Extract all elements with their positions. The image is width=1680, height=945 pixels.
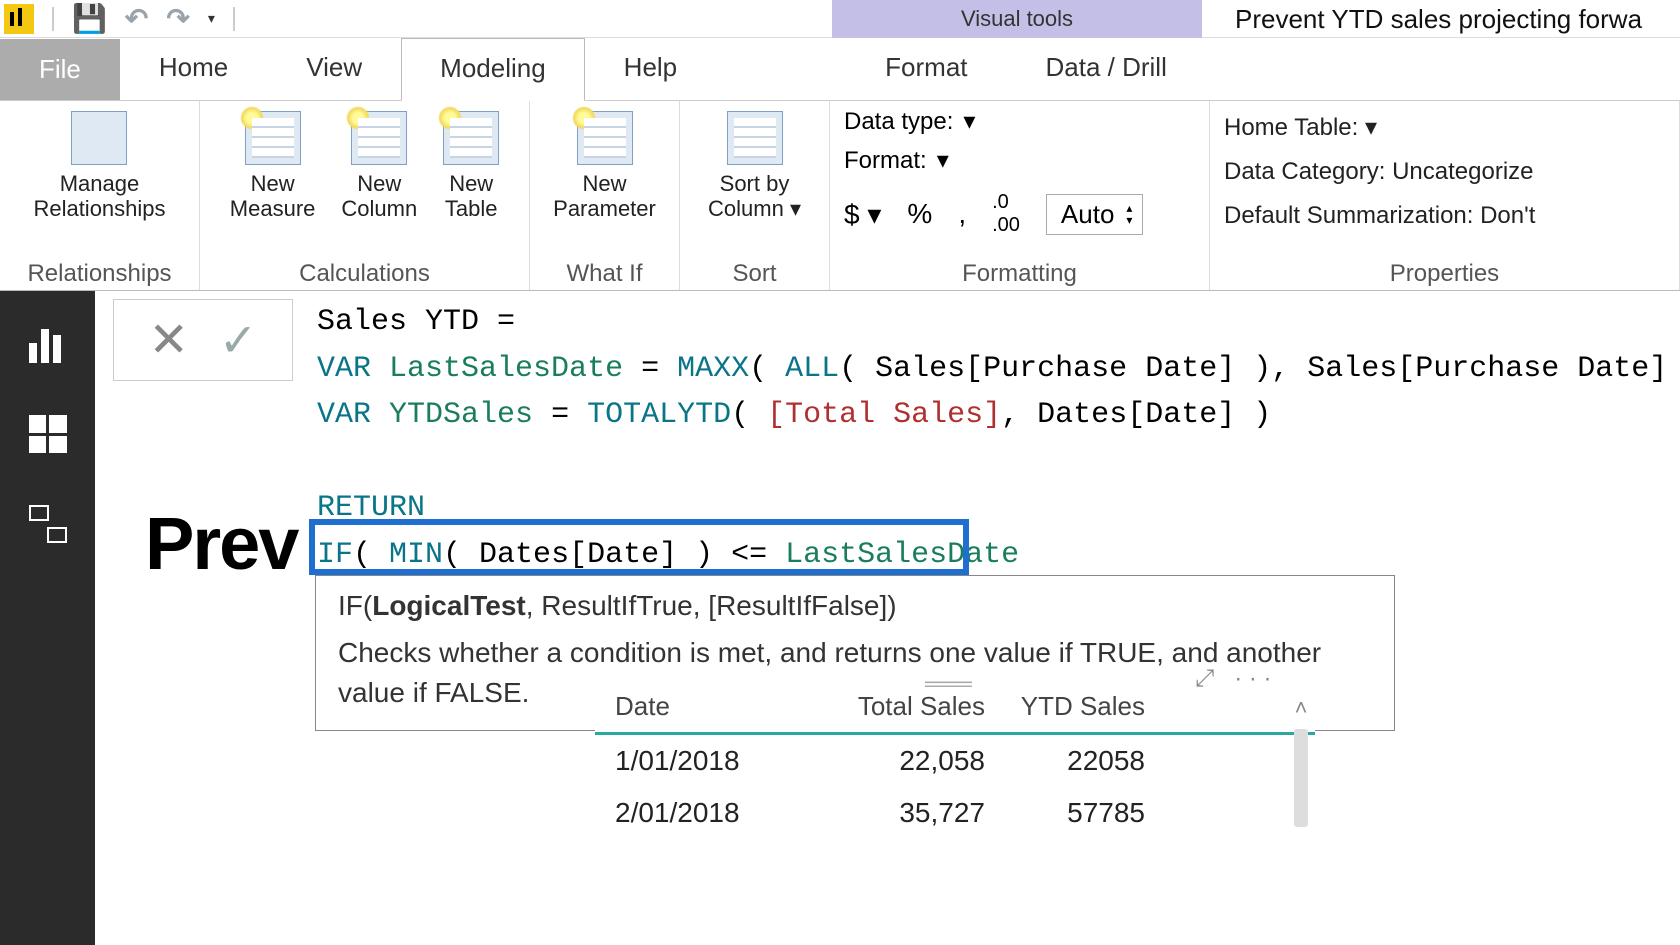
tab-file[interactable]: File [0,39,120,100]
separator [52,7,54,31]
document-title: Prevent YTD sales projecting forwa [1235,4,1642,35]
thousands-button[interactable]: , [958,198,966,230]
measure-icon [245,111,301,165]
table-header: Date Total Sales YTD Sales [595,691,1315,735]
group-label: Relationships [0,260,199,288]
label: Manage [60,171,140,196]
parameter-icon [577,111,633,165]
table-row: 1/01/2018 22,058 22058 [595,735,1315,787]
qat-dropdown[interactable]: ▾ [208,10,215,27]
default-summarization-dropdown[interactable]: Default Summarization: Don't [1224,202,1535,230]
scroll-up-icon[interactable]: ˄ [1295,695,1308,721]
ribbon-tabs: File Home View Modeling Help Format Data… [0,38,1680,101]
contextual-tab-header: Visual tools [832,0,1202,38]
focus-mode-icon[interactable]: ⤢ [1195,665,1214,693]
app-icon [4,4,34,34]
manage-relationships-button[interactable]: Manage Relationships [23,107,175,226]
relationships-icon [71,111,127,165]
separator [233,7,235,31]
save-icon[interactable]: 💾 [72,2,107,35]
decimal-places-input[interactable]: Auto ▴▾ [1046,194,1144,235]
percent-button[interactable]: % [907,198,932,230]
column-icon [351,111,407,165]
tab-view[interactable]: View [267,37,401,100]
col-ytd-header[interactable]: YTD Sales [985,691,1155,722]
data-category-dropdown[interactable]: Data Category: Uncategorize [1224,158,1534,186]
page-title: Prev [145,501,297,586]
tab-data-drill[interactable]: Data / Drill [1007,37,1206,100]
sort-icon [727,111,783,165]
group-label: Sort [680,260,829,288]
data-type-dropdown[interactable]: Data type: ▾ [844,107,975,136]
view-rail [0,291,95,945]
new-column-button[interactable]: NewColumn [331,107,427,226]
undo-button[interactable]: ↶ [125,2,148,35]
formula-bar-controls: ✕ ✓ [113,299,293,381]
group-label: Properties [1210,260,1679,288]
tab-home[interactable]: Home [120,37,267,100]
table-visual[interactable]: Date Total Sales YTD Sales 1/01/2018 22,… [595,691,1315,839]
format-dropdown[interactable]: Format: ▾ [844,146,949,175]
decimal-icon: .0.00 [992,191,1020,237]
report-view-icon[interactable] [29,325,67,363]
new-parameter-button[interactable]: NewParameter [543,107,666,226]
visual-header: ⤢ · · · [1195,665,1272,693]
home-table-dropdown[interactable]: Home Table: ▾ [1224,113,1377,142]
title-bar: 💾 ↶ ↷ ▾ Visual tools Prevent YTD sales p… [0,0,1680,38]
model-view-icon[interactable] [29,505,67,543]
new-measure-button[interactable]: NewMeasure [220,107,326,226]
tab-modeling[interactable]: Modeling [401,38,585,101]
ribbon: Manage Relationships Relationships NewMe… [0,101,1680,291]
scrollbar[interactable]: ˄ [1287,691,1315,839]
scroll-thumb[interactable] [1294,729,1308,827]
currency-button[interactable]: $ ▾ [844,198,881,231]
group-label: Formatting [830,260,1209,288]
table-row: 2/01/2018 35,727 57785 [595,787,1315,839]
redo-button[interactable]: ↷ [166,2,189,35]
report-canvas: ✕ ✓ Sales YTD = VAR LastSalesDate = MAXX… [95,291,1680,945]
col-total-header[interactable]: Total Sales [795,691,985,722]
group-label: Calculations [200,260,529,288]
group-label: What If [530,260,679,288]
commit-icon[interactable]: ✓ [219,313,258,367]
sort-by-column-button[interactable]: Sort by Column ▾ [698,107,811,226]
new-table-button[interactable]: NewTable [433,107,509,226]
tab-format[interactable]: Format [846,37,1006,100]
more-options-icon[interactable]: · · · [1234,665,1271,693]
selection-highlight [309,519,969,575]
table-icon [443,111,499,165]
col-date-header[interactable]: Date [595,691,795,722]
label: Relationships [33,196,165,221]
data-view-icon[interactable] [29,415,67,453]
tab-help[interactable]: Help [585,37,716,100]
cancel-icon[interactable]: ✕ [149,312,189,368]
